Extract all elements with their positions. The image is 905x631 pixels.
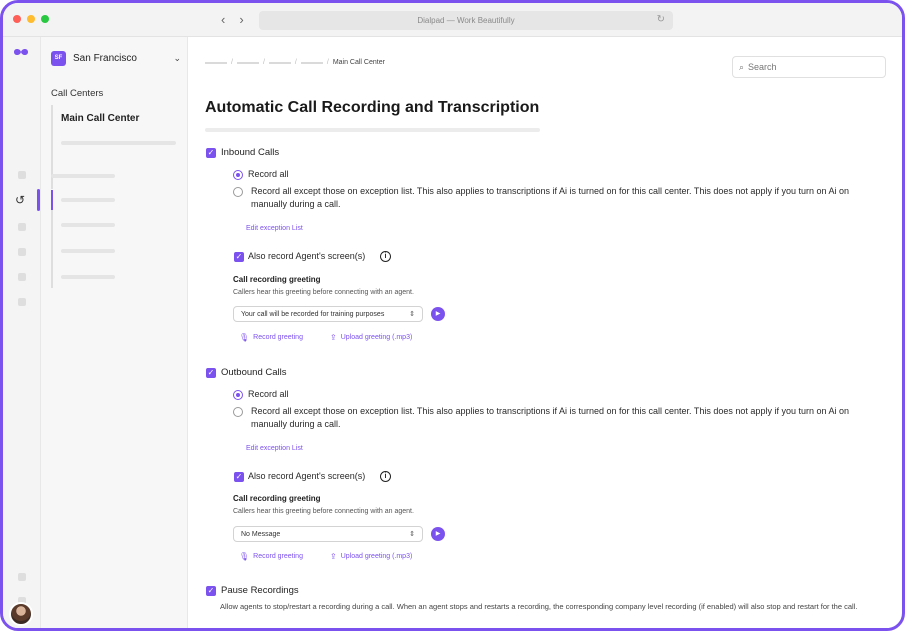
breadcrumb-placeholder[interactable] xyxy=(300,61,323,64)
breadcrumb-placeholder[interactable] xyxy=(268,61,291,64)
inbound-greeting-value: Your call will be recorded for training … xyxy=(241,310,385,318)
sidebar: SF San Francisco ⌄ Call Centers Main Cal… xyxy=(41,37,188,628)
avatar[interactable] xyxy=(9,602,33,626)
outbound-upload-greeting-label: Upload greeting (.mp3) xyxy=(340,553,413,560)
history-icon[interactable]: ↺ xyxy=(13,193,27,207)
sidebar-active-indicator xyxy=(51,190,53,210)
microphone-icon: 🎙 xyxy=(239,333,250,342)
nav-arrows: ‹ › xyxy=(221,12,244,27)
rail-icon-placeholder[interactable] xyxy=(18,248,26,256)
updown-chevron-icon: ⇕ xyxy=(409,311,415,318)
pause-recordings-checkbox[interactable]: ✓ xyxy=(206,586,216,596)
title-bar: ‹ › Dialpad — Work Beautifully ↻ xyxy=(3,3,902,37)
upload-icon: ⇪ xyxy=(330,333,337,342)
outbound-upload-greeting-button[interactable]: ⇪ Upload greeting (.mp3) xyxy=(330,552,412,561)
inbound-greeting-select[interactable]: Your call will be recorded for training … xyxy=(233,306,423,322)
rail-icon-placeholder[interactable] xyxy=(18,273,26,281)
search-input[interactable]: ⌕ Search xyxy=(732,56,886,78)
window-title: Dialpad — Work Beautifully xyxy=(417,16,515,25)
chevron-down-icon: ⌄ xyxy=(173,52,181,63)
outbound-greeting-desc: Callers hear this greeting before connec… xyxy=(233,508,414,515)
microphone-icon: 🎙 xyxy=(239,552,250,561)
org-badge: SF xyxy=(51,50,66,66)
outbound-greeting-select[interactable]: No Message ⇕ xyxy=(233,526,423,542)
main-content: / / / / Main Call Center ⌕ Search Automa… xyxy=(189,37,902,628)
outbound-record-all-label: Record all xyxy=(248,389,289,399)
updown-chevron-icon: ⇕ xyxy=(409,531,415,538)
info-icon[interactable]: i xyxy=(380,251,391,262)
inbound-record-greeting-label: Record greeting xyxy=(253,334,303,341)
zoom-button[interactable] xyxy=(41,15,49,23)
inbound-upload-greeting-button[interactable]: ⇪ Upload greeting (.mp3) xyxy=(330,333,412,342)
outbound-greeting-value: No Message xyxy=(241,530,281,538)
pause-recordings-label: Pause Recordings xyxy=(221,585,299,596)
breadcrumb-placeholder[interactable] xyxy=(236,61,259,64)
sidebar-placeholder[interactable] xyxy=(61,198,115,202)
outbound-calls-label: Outbound Calls xyxy=(221,367,287,378)
address-bar[interactable]: Dialpad — Work Beautifully ↻ xyxy=(259,11,673,30)
sidebar-placeholder[interactable] xyxy=(61,249,115,253)
minimize-button[interactable] xyxy=(27,15,35,23)
inbound-play-button[interactable]: ▶ xyxy=(431,307,445,321)
window-controls xyxy=(13,15,49,23)
inbound-greeting-desc: Callers hear this greeting before connec… xyxy=(233,289,414,296)
outbound-record-greeting-button[interactable]: 🎙 Record greeting xyxy=(239,552,303,561)
outbound-screen-record-checkbox[interactable]: ✓ xyxy=(234,472,244,482)
outbound-record-except-radio[interactable] xyxy=(233,407,243,417)
rail-icon-placeholder[interactable] xyxy=(18,171,26,179)
org-name: San Francisco xyxy=(73,52,137,64)
breadcrumb-current: Main Call Center xyxy=(332,59,385,66)
search-placeholder: Search xyxy=(748,62,777,72)
inbound-calls-label: Inbound Calls xyxy=(221,147,280,158)
rail-icon-placeholder[interactable] xyxy=(18,573,26,581)
close-button[interactable] xyxy=(13,15,21,23)
outbound-play-button[interactable]: ▶ xyxy=(431,527,445,541)
reload-icon[interactable]: ↻ xyxy=(657,14,665,25)
outbound-record-except-label: Record all except those on exception lis… xyxy=(251,406,849,429)
inbound-record-except-radio[interactable] xyxy=(233,187,243,197)
rail-active-indicator xyxy=(37,189,40,211)
back-button[interactable]: ‹ xyxy=(221,12,225,27)
outbound-greeting-title: Call recording greeting xyxy=(233,494,321,503)
icon-rail: ↺ xyxy=(3,37,41,628)
sidebar-placeholder xyxy=(51,174,115,178)
inbound-upload-greeting-label: Upload greeting (.mp3) xyxy=(340,334,413,341)
app-window: ‹ › Dialpad — Work Beautifully ↻ ↺ SF Sa… xyxy=(0,0,905,631)
pause-recordings-desc: Allow agents to stop/restart a recording… xyxy=(220,602,858,611)
title-placeholder xyxy=(205,128,540,132)
search-icon: ⌕ xyxy=(739,61,745,72)
inbound-record-all-radio[interactable] xyxy=(233,170,243,180)
sidebar-placeholder[interactable] xyxy=(61,223,115,227)
sidebar-section-label: Call Centers xyxy=(51,88,104,99)
inbound-record-greeting-button[interactable]: 🎙 Record greeting xyxy=(239,333,303,342)
forward-button[interactable]: › xyxy=(239,12,243,27)
inbound-record-except-label: Record all except those on exception lis… xyxy=(251,186,849,209)
inbound-edit-exception-link[interactable]: Edit exception List xyxy=(246,225,303,232)
org-switcher[interactable]: SF San Francisco ⌄ xyxy=(51,47,181,69)
inbound-calls-checkbox[interactable]: ✓ xyxy=(206,148,216,158)
sidebar-item-main-call-center[interactable]: Main Call Center xyxy=(61,113,139,124)
inbound-screen-record-checkbox[interactable]: ✓ xyxy=(234,252,244,262)
outbound-record-greeting-label: Record greeting xyxy=(253,553,303,560)
breadcrumb-placeholder[interactable] xyxy=(205,61,227,64)
sidebar-tree-line xyxy=(51,210,53,288)
dialpad-logo-icon[interactable] xyxy=(13,47,29,57)
outbound-screen-record-label: Also record Agent's screen(s) xyxy=(248,471,366,481)
info-icon[interactable]: i xyxy=(380,471,391,482)
outbound-calls-checkbox[interactable]: ✓ xyxy=(206,368,216,378)
page-title: Automatic Call Recording and Transcripti… xyxy=(205,99,540,116)
upload-icon: ⇪ xyxy=(330,552,337,561)
outbound-record-all-radio[interactable] xyxy=(233,390,243,400)
inbound-screen-record-label: Also record Agent's screen(s) xyxy=(248,251,366,261)
sidebar-placeholder xyxy=(61,141,176,145)
rail-icon-placeholder[interactable] xyxy=(18,298,26,306)
inbound-record-all-label: Record all xyxy=(248,169,289,179)
rail-icon-placeholder[interactable] xyxy=(18,223,26,231)
inbound-greeting-title: Call recording greeting xyxy=(233,275,321,284)
sidebar-placeholder[interactable] xyxy=(61,275,115,279)
breadcrumb: / / / / Main Call Center xyxy=(205,59,385,66)
outbound-edit-exception-link[interactable]: Edit exception List xyxy=(246,445,303,452)
